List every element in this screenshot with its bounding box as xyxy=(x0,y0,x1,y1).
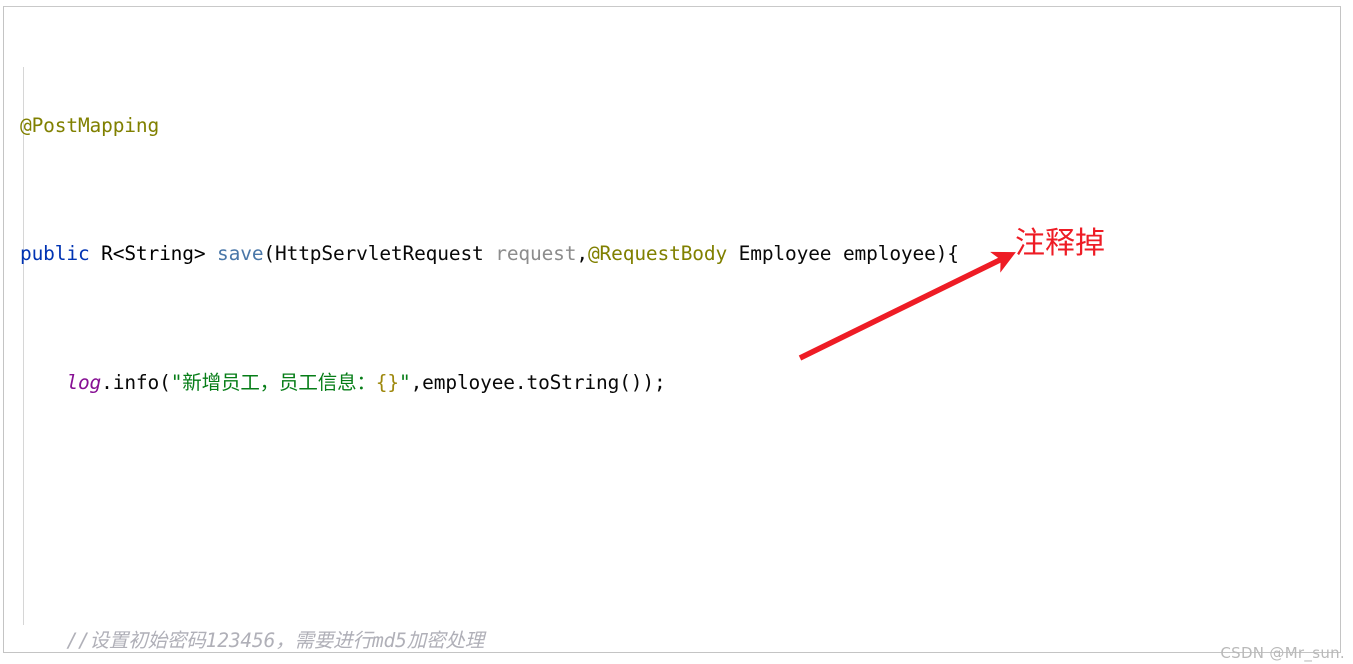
log-args-tail: ,employee.toString()); xyxy=(410,371,666,395)
param-request: request xyxy=(495,242,577,266)
code-line-3: log.info("新增员工，员工信息：{}",employee.toStrin… xyxy=(4,367,1340,399)
return-type: R<String> xyxy=(89,242,218,266)
csdn-watermark: CSDN @Mr_sun. xyxy=(1220,644,1345,662)
code-line-2: public R<String> save(HttpServletRequest… xyxy=(4,238,1340,270)
field-log: log xyxy=(66,371,102,395)
code-editor-frame: @PostMapping public R<String> save(HttpS… xyxy=(3,6,1341,653)
param-type-employee: Employee xyxy=(727,242,843,266)
param-comma: , xyxy=(576,242,588,266)
log-string-start: "新增员工，员工信息： xyxy=(170,371,376,395)
method-name-save: save xyxy=(217,242,264,266)
annotation-label-comment-out: 注释掉 xyxy=(1015,226,1105,261)
java-code-block[interactable]: @PostMapping public R<String> save(HttpS… xyxy=(4,7,1340,652)
param-employee: employee xyxy=(842,242,936,266)
keyword-public: public xyxy=(20,242,90,266)
code-line-1: @PostMapping xyxy=(4,110,1340,142)
code-line-5: //设置初始密码123456，需要进行md5加密处理 xyxy=(4,625,1340,652)
open-paren: ( xyxy=(263,242,276,266)
call-info: .info( xyxy=(101,371,171,395)
comment-set-initial-password: //设置初始密码123456，需要进行md5加密处理 xyxy=(66,628,485,652)
annotation-postmapping: @PostMapping xyxy=(20,113,160,137)
method-body-open: ){ xyxy=(935,242,959,266)
annotation-requestbody: @RequestBody xyxy=(587,242,728,266)
log-string-end: " xyxy=(398,371,411,395)
string-placeholder: {} xyxy=(375,371,399,395)
screenshot-root: @PostMapping public R<String> save(HttpS… xyxy=(0,0,1353,664)
code-line-4-blank xyxy=(4,496,1340,528)
param-type-httpservletrequest: HttpServletRequest xyxy=(275,242,496,266)
